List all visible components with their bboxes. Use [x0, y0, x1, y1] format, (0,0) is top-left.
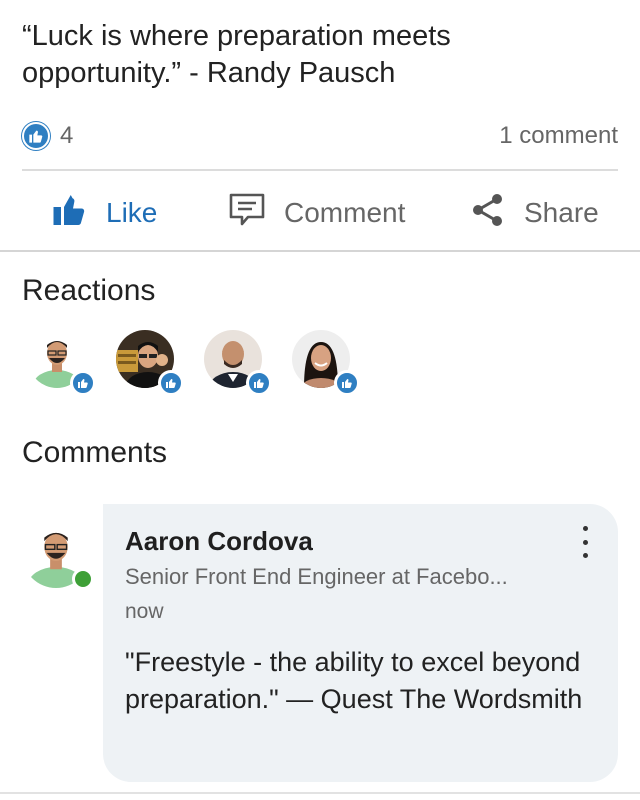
comment-timestamp: now — [125, 600, 164, 623]
like-button[interactable]: Like — [52, 178, 157, 248]
comment-author-headline: Senior Front End Engineer at Facebo... — [125, 564, 508, 589]
commenter-avatar[interactable] — [22, 520, 94, 592]
like-count: 4 — [60, 122, 74, 149]
share-label: Share — [524, 197, 599, 228]
thumbs-up-icon — [70, 370, 96, 396]
comments-heading: Comments — [22, 436, 168, 469]
thumbs-up-icon — [22, 122, 50, 150]
comment-count-link[interactable]: 1 comment — [499, 122, 618, 150]
comment-author[interactable]: Aaron Cordova — [125, 526, 313, 557]
more-options-icon[interactable] — [573, 526, 597, 558]
action-bar: Like Comment Share — [0, 178, 640, 248]
thumbs-up-icon — [246, 370, 272, 396]
reactor-avatar[interactable] — [116, 330, 184, 396]
divider — [0, 250, 640, 252]
comment-icon — [228, 192, 266, 235]
share-icon — [470, 192, 506, 235]
reactor-avatar[interactable] — [292, 330, 360, 396]
comment-label: Comment — [284, 197, 406, 228]
divider — [22, 169, 618, 171]
reactions-heading: Reactions — [22, 274, 156, 307]
comment-bubble: Aaron Cordova Senior Front End Engineer … — [103, 504, 618, 782]
post-text: “Luck is where preparation meets opportu… — [22, 20, 451, 89]
online-status-dot — [72, 568, 94, 590]
share-button[interactable]: Share — [470, 178, 599, 248]
divider — [0, 792, 640, 794]
reactor-avatar[interactable] — [28, 330, 96, 396]
thumbs-up-icon — [158, 370, 184, 396]
like-label: Like — [106, 197, 158, 228]
comment-button[interactable]: Comment — [228, 178, 405, 248]
thumbs-up-icon — [52, 192, 88, 235]
social-counts: 4 1 comment — [22, 118, 618, 154]
likes-summary[interactable]: 4 — [22, 122, 73, 150]
thumbs-up-icon — [334, 370, 360, 396]
reactor-avatar[interactable] — [204, 330, 272, 396]
comment-text: "Freestyle - the ability to excel beyond… — [125, 647, 583, 714]
